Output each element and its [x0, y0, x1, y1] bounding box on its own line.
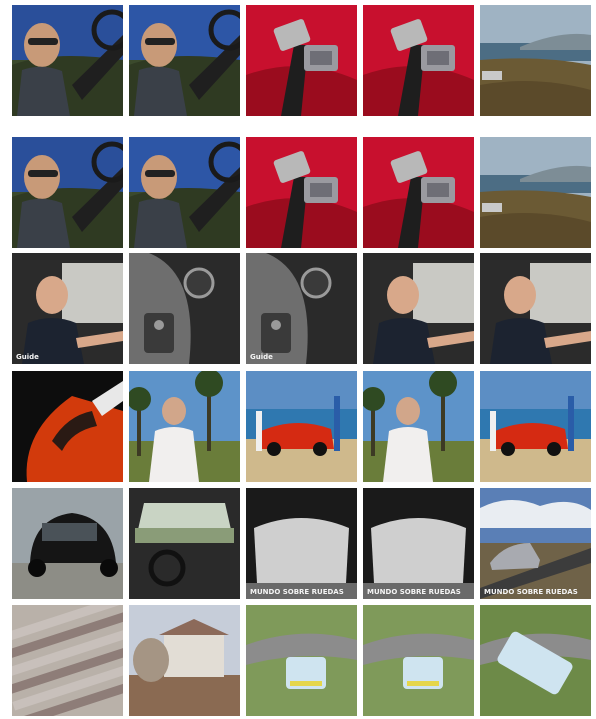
thumbnail-image [129, 5, 240, 116]
thumbnail-image: MUNDO SOBRE RUEDAS [246, 488, 357, 599]
thumbnail-image [129, 371, 240, 482]
video-thumbnail [246, 5, 357, 116]
thumbnail-image [480, 253, 591, 364]
video-thumbnail: Guide [12, 253, 123, 364]
thumbnail-image [363, 605, 474, 716]
video-thumbnail [480, 253, 591, 364]
thumbnail-image [480, 371, 591, 482]
video-thumbnail [246, 137, 357, 248]
thumbnail-grid: Guide Guide MUNDO SOBRE RUEDAS MUNDO SOBRE … [0, 0, 596, 719]
thumbnail-image [12, 605, 123, 716]
video-thumbnail [129, 371, 240, 482]
video-thumbnail [12, 605, 123, 716]
thumbnail-image [12, 5, 123, 116]
video-thumbnail [480, 605, 591, 716]
thumbnail-image: MUNDO SOBRE RUEDAS [480, 488, 591, 599]
thumbnail-image [129, 137, 240, 248]
video-thumbnail: MUNDO SOBRE RUEDAS [246, 488, 357, 599]
thumbnail-caption: Guide [250, 353, 273, 361]
thumbnail-image: MUNDO SOBRE RUEDAS [363, 488, 474, 599]
video-thumbnail [129, 605, 240, 716]
thumbnail-caption: MUNDO SOBRE RUEDAS [250, 588, 344, 596]
thumbnail-image: Guide [12, 253, 123, 364]
video-thumbnail [129, 5, 240, 116]
thumbnail-image [129, 605, 240, 716]
video-thumbnail [12, 488, 123, 599]
thumbnail-image: Guide [246, 253, 357, 364]
thumbnail-image [363, 253, 474, 364]
video-thumbnail [480, 137, 591, 248]
video-thumbnail [363, 605, 474, 716]
thumbnail-image [363, 5, 474, 116]
thumbnail-image [12, 488, 123, 599]
video-thumbnail: MUNDO SOBRE RUEDAS [363, 488, 474, 599]
video-thumbnail [480, 371, 591, 482]
video-thumbnail [246, 371, 357, 482]
thumbnail-image [129, 488, 240, 599]
thumbnail-image [246, 137, 357, 248]
video-thumbnail [12, 137, 123, 248]
video-thumbnail [129, 137, 240, 248]
video-thumbnail [480, 5, 591, 116]
thumbnail-image [12, 371, 123, 482]
thumbnail-image [363, 371, 474, 482]
thumbnail-image [480, 137, 591, 248]
thumbnail-image [246, 5, 357, 116]
video-thumbnail [363, 253, 474, 364]
thumbnail-image [12, 137, 123, 248]
thumbnail-caption: MUNDO SOBRE RUEDAS [484, 588, 578, 596]
video-thumbnail [12, 371, 123, 482]
thumbnail-caption: MUNDO SOBRE RUEDAS [367, 588, 461, 596]
thumbnail-image [246, 371, 357, 482]
thumbnail-caption: Guide [16, 353, 39, 361]
thumbnail-image [480, 5, 591, 116]
video-thumbnail [363, 371, 474, 482]
thumbnail-image [246, 605, 357, 716]
video-thumbnail [12, 5, 123, 116]
video-thumbnail [246, 605, 357, 716]
thumbnail-image [129, 253, 240, 364]
video-thumbnail [363, 5, 474, 116]
thumbnail-image [480, 605, 591, 716]
video-thumbnail [363, 137, 474, 248]
video-thumbnail: Guide [246, 253, 357, 364]
thumbnail-image [363, 137, 474, 248]
video-thumbnail [129, 253, 240, 364]
video-thumbnail: MUNDO SOBRE RUEDAS [480, 488, 591, 599]
video-thumbnail [129, 488, 240, 599]
